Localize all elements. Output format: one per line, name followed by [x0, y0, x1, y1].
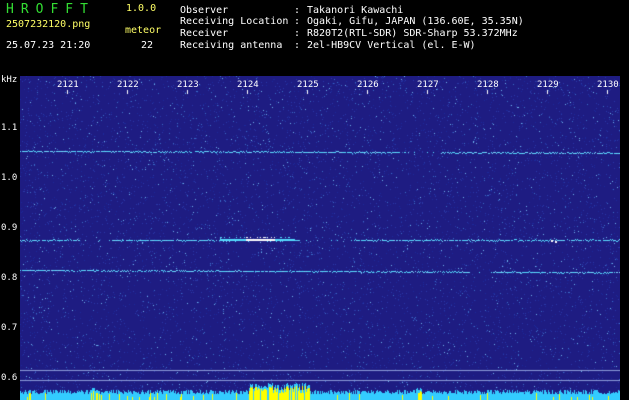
location-label: Receiving Location — [180, 16, 289, 27]
antenna-label: Receiving antenna — [180, 40, 283, 51]
location-value: Ogaki, Gifu, JAPAN (136.60E, 35.35N) — [307, 16, 524, 27]
app-title: HROFFT — [6, 2, 95, 17]
antenna-separator: : — [294, 40, 301, 51]
y-axis-unit: kHz — [1, 75, 18, 85]
receiver-label: Receiver — [180, 28, 229, 39]
x-tick-label: 2128 — [477, 80, 499, 90]
x-tick-label: 2129 — [537, 80, 559, 90]
y-tick-label: 0.6 — [1, 373, 18, 383]
spectrogram-plot — [20, 76, 620, 400]
capture-datetime: 25.07.23 21:20 — [6, 40, 91, 51]
antenna-value: 2el-HB9CV Vertical (el. E-W) — [307, 40, 476, 51]
x-tick-label: 2127 — [417, 80, 439, 90]
observer-value: Takanori Kawachi — [307, 5, 404, 16]
y-tick-label: 1.0 — [1, 173, 18, 183]
x-tick-label: 2130 — [597, 80, 619, 90]
receiver-separator: : — [294, 28, 301, 39]
x-tick-label: 2123 — [177, 80, 199, 90]
mode-label: meteor — [125, 25, 162, 36]
image-filename: 2507232120.png — [6, 19, 91, 30]
observer-separator: : — [294, 5, 301, 16]
y-tick-label: 0.9 — [1, 223, 18, 233]
app-version: 1.0.0 — [126, 3, 157, 14]
y-tick-label: 0.8 — [1, 273, 18, 283]
y-tick-label: 1.1 — [1, 123, 18, 133]
y-tick-label: 0.7 — [1, 323, 18, 333]
location-separator: : — [294, 16, 301, 27]
observer-label: Observer — [180, 5, 229, 16]
x-tick-label: 2122 — [117, 80, 139, 90]
x-tick-label: 2125 — [297, 80, 319, 90]
plot-right-margin — [620, 76, 629, 400]
receiver-value: R820T2(RTL-SDR) SDR-Sharp 53.372MHz — [307, 28, 518, 39]
x-tick-label: 2126 — [357, 80, 379, 90]
x-tick-label: 2124 — [237, 80, 259, 90]
x-tick-label: 2121 — [57, 80, 79, 90]
meteor-count: 22 — [141, 40, 154, 51]
